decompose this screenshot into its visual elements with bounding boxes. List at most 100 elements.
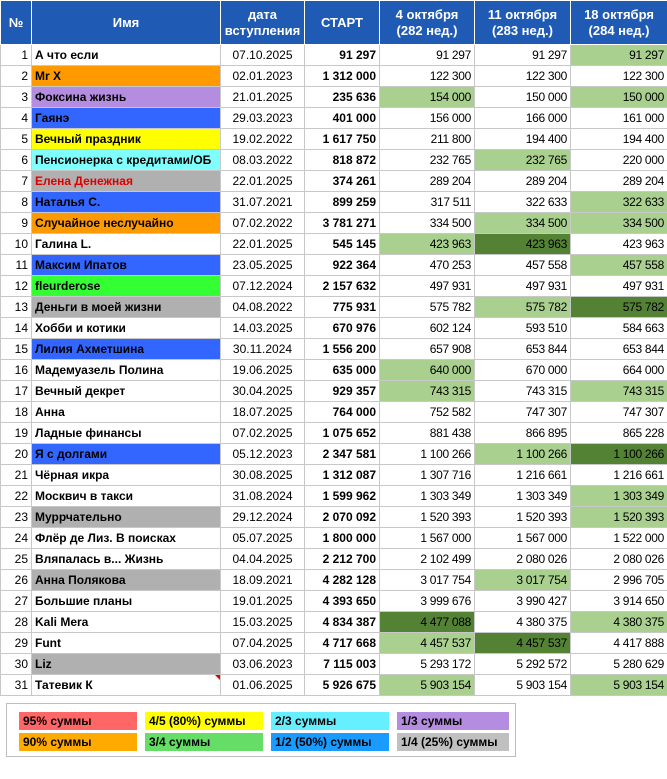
week-3-cell[interactable]: 220 000	[570, 149, 667, 171]
start-amount-cell[interactable]: 2 212 700	[304, 548, 380, 570]
name-cell[interactable]: Анна Полякова	[31, 569, 221, 591]
name-cell[interactable]: Я с долгами	[31, 443, 221, 465]
week-3-cell[interactable]: 743 315	[570, 380, 667, 402]
row-number-cell[interactable]: 10	[0, 233, 32, 255]
row-number-cell[interactable]: 24	[0, 527, 32, 549]
row-number-cell[interactable]: 2	[0, 65, 32, 87]
row-number-cell[interactable]: 23	[0, 506, 32, 528]
name-cell[interactable]: Татевик К	[31, 674, 221, 696]
header-week-2[interactable]: 11 октября (283 нед.)	[474, 0, 571, 45]
week-2-cell[interactable]: 122 300	[474, 65, 571, 87]
row-number-cell[interactable]: 13	[0, 296, 32, 318]
week-2-cell[interactable]: 4 380 375	[474, 611, 571, 633]
join-date-cell[interactable]: 18.07.2025	[220, 401, 305, 423]
week-1-cell[interactable]: 334 500	[379, 212, 475, 234]
start-amount-cell[interactable]: 545 145	[304, 233, 380, 255]
name-cell[interactable]: Liz	[31, 653, 221, 675]
week-2-cell[interactable]: 334 500	[474, 212, 571, 234]
join-date-cell[interactable]: 04.04.2025	[220, 548, 305, 570]
week-3-cell[interactable]: 1 522 000	[570, 527, 667, 549]
week-1-cell[interactable]: 289 204	[379, 170, 475, 192]
start-amount-cell[interactable]: 235 636	[304, 86, 380, 108]
start-amount-cell[interactable]: 818 872	[304, 149, 380, 171]
start-amount-cell[interactable]: 374 261	[304, 170, 380, 192]
week-1-cell[interactable]: 423 963	[379, 233, 475, 255]
row-number-cell[interactable]: 7	[0, 170, 32, 192]
name-cell[interactable]: Фоксина жизнь	[31, 86, 221, 108]
row-number-cell[interactable]: 26	[0, 569, 32, 591]
name-cell[interactable]: Ладные финансы	[31, 422, 221, 444]
row-number-cell[interactable]: 15	[0, 338, 32, 360]
row-number-cell[interactable]: 9	[0, 212, 32, 234]
name-cell[interactable]: Флёр де Лиз. В поисках	[31, 527, 221, 549]
join-date-cell[interactable]: 29.12.2024	[220, 506, 305, 528]
join-date-cell[interactable]: 14.03.2025	[220, 317, 305, 339]
week-2-cell[interactable]: 4 457 537	[474, 632, 571, 654]
row-number-cell[interactable]: 11	[0, 254, 32, 276]
join-date-cell[interactable]: 05.07.2025	[220, 527, 305, 549]
join-date-cell[interactable]: 19.02.2022	[220, 128, 305, 150]
week-1-cell[interactable]: 232 765	[379, 149, 475, 171]
week-2-cell[interactable]: 3 017 754	[474, 569, 571, 591]
week-1-cell[interactable]: 156 000	[379, 107, 475, 129]
start-amount-cell[interactable]: 5 926 675	[304, 674, 380, 696]
start-amount-cell[interactable]: 91 297	[304, 44, 380, 66]
header-week-3[interactable]: 18 октября (284 нед.)	[570, 0, 667, 45]
week-3-cell[interactable]: 584 663	[570, 317, 667, 339]
name-cell[interactable]: Большие планы	[31, 590, 221, 612]
start-amount-cell[interactable]: 922 364	[304, 254, 380, 276]
row-number-cell[interactable]: 1	[0, 44, 32, 66]
name-cell[interactable]: Деньги в моей жизни	[31, 296, 221, 318]
name-cell[interactable]: fleurderose	[31, 275, 221, 297]
week-2-cell[interactable]: 166 000	[474, 107, 571, 129]
week-2-cell[interactable]: 3 990 427	[474, 590, 571, 612]
row-number-cell[interactable]: 20	[0, 443, 32, 465]
name-cell[interactable]: Наталья С.	[31, 191, 221, 213]
start-amount-cell[interactable]: 3 781 271	[304, 212, 380, 234]
week-3-cell[interactable]: 150 000	[570, 86, 667, 108]
start-amount-cell[interactable]: 1 617 750	[304, 128, 380, 150]
join-date-cell[interactable]: 22.01.2025	[220, 233, 305, 255]
week-3-cell[interactable]: 1 100 266	[570, 443, 667, 465]
week-2-cell[interactable]: 2 080 026	[474, 548, 571, 570]
join-date-cell[interactable]: 30.08.2025	[220, 464, 305, 486]
header-date[interactable]: дата вступления	[220, 0, 305, 45]
start-amount-cell[interactable]: 775 931	[304, 296, 380, 318]
week-3-cell[interactable]: 4 380 375	[570, 611, 667, 633]
week-1-cell[interactable]: 91 297	[379, 44, 475, 66]
start-amount-cell[interactable]: 899 259	[304, 191, 380, 213]
start-amount-cell[interactable]: 764 000	[304, 401, 380, 423]
join-date-cell[interactable]: 21.01.2025	[220, 86, 305, 108]
week-2-cell[interactable]: 150 000	[474, 86, 571, 108]
week-3-cell[interactable]: 5 280 629	[570, 653, 667, 675]
start-amount-cell[interactable]: 1 075 652	[304, 422, 380, 444]
row-number-cell[interactable]: 29	[0, 632, 32, 654]
week-1-cell[interactable]: 5 903 154	[379, 674, 475, 696]
row-number-cell[interactable]: 3	[0, 86, 32, 108]
week-1-cell[interactable]: 4 477 088	[379, 611, 475, 633]
name-cell[interactable]: Максим Ипатов	[31, 254, 221, 276]
week-3-cell[interactable]: 497 931	[570, 275, 667, 297]
header-start[interactable]: СТАРТ	[304, 0, 380, 45]
row-number-cell[interactable]: 19	[0, 422, 32, 444]
join-date-cell[interactable]: 07.10.2025	[220, 44, 305, 66]
name-cell[interactable]: Мадемуазель Полина	[31, 359, 221, 381]
start-amount-cell[interactable]: 2 347 581	[304, 443, 380, 465]
week-3-cell[interactable]: 2 080 026	[570, 548, 667, 570]
week-3-cell[interactable]: 161 000	[570, 107, 667, 129]
name-cell[interactable]: Елена Денежная	[31, 170, 221, 192]
week-1-cell[interactable]: 211 800	[379, 128, 475, 150]
week-2-cell[interactable]: 5 292 572	[474, 653, 571, 675]
name-cell[interactable]: Funt	[31, 632, 221, 654]
week-3-cell[interactable]: 664 000	[570, 359, 667, 381]
name-cell[interactable]: Kali Mera	[31, 611, 221, 633]
week-3-cell[interactable]: 423 963	[570, 233, 667, 255]
row-number-cell[interactable]: 25	[0, 548, 32, 570]
join-date-cell[interactable]: 31.08.2024	[220, 485, 305, 507]
join-date-cell[interactable]: 07.12.2024	[220, 275, 305, 297]
start-amount-cell[interactable]: 1 800 000	[304, 527, 380, 549]
name-cell[interactable]: Муррчательно	[31, 506, 221, 528]
week-3-cell[interactable]: 1 216 661	[570, 464, 667, 486]
week-3-cell[interactable]: 334 500	[570, 212, 667, 234]
week-3-cell[interactable]: 1 520 393	[570, 506, 667, 528]
